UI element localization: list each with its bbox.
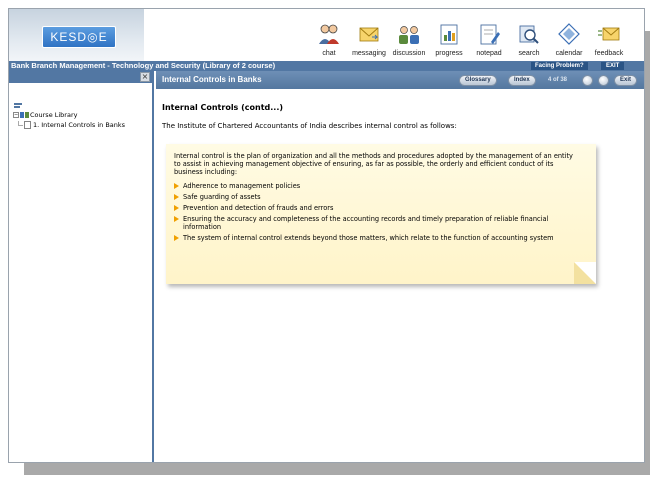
toolbar-calendar-button[interactable]: calendar: [549, 9, 589, 61]
notepad-icon: [477, 22, 501, 46]
content-heading: Internal Controls (contd...): [162, 103, 284, 112]
bullet-text: The system of internal control extends b…: [183, 234, 554, 242]
glossary-button[interactable]: Glossary: [459, 75, 497, 86]
bullet-arrow-icon: [174, 235, 179, 241]
note-body: Internal control is the plan of organiza…: [174, 152, 574, 245]
content-intro: The Institute of Chartered Accountants o…: [162, 122, 457, 130]
definition-note: Internal control is the plan of organiza…: [166, 144, 596, 284]
toolbar-search-button[interactable]: search: [509, 9, 549, 61]
course-bar: Bank Branch Management - Technology and …: [9, 61, 644, 71]
lesson-icon: [24, 121, 31, 129]
course-tree-pane: × − Course Library 1. Internal Controls …: [9, 71, 154, 462]
next-page-button[interactable]: [598, 75, 609, 86]
library-icon: [20, 112, 29, 118]
tree-item-course-library[interactable]: − Course Library: [13, 110, 125, 120]
lesson-content: Internal Controls (contd...) The Institu…: [156, 89, 644, 462]
facing-problem-button[interactable]: Facing Problem?: [531, 62, 588, 70]
page-indicator: 4 of 38: [548, 77, 568, 83]
bullet-text: Ensuring the accuracy and completeness o…: [183, 215, 549, 231]
lesson-title: Internal Controls in Banks: [162, 75, 262, 84]
list-item: Prevention and detection of frauds and e…: [174, 204, 574, 212]
bullet-arrow-icon: [174, 183, 179, 189]
note-text: Internal control is the plan of organiza…: [174, 152, 573, 176]
bullet-arrow-icon: [174, 216, 179, 222]
toolbar-messaging-label: messaging: [352, 50, 386, 57]
page-curl: [574, 262, 596, 284]
lms-window: KESD◎E chat messaging discussion progres…: [8, 8, 645, 463]
exit-button-top[interactable]: EXIT: [601, 62, 625, 70]
bullet-text: Adherence to management policies: [183, 182, 301, 190]
toolbar-feedback-label: feedback: [594, 50, 624, 57]
toolbar-feedback-button[interactable]: feedback: [589, 9, 629, 61]
discussion-icon: [397, 22, 421, 46]
list-item: Safe guarding of assets: [174, 193, 574, 201]
search-icon: [517, 22, 541, 46]
toolbar-discussion-label: discussion: [392, 50, 426, 57]
note-bullet-list: Adherence to management policies Safe gu…: [174, 182, 574, 242]
calendar-icon: [557, 22, 581, 46]
toolbar-notepad-button[interactable]: notepad: [469, 9, 509, 61]
bullet-arrow-icon: [174, 194, 179, 200]
expand-toggle[interactable]: −: [13, 112, 19, 118]
previous-page-button[interactable]: [582, 75, 593, 86]
toolbar-search-label: search: [518, 50, 540, 57]
tree-pane-header: ×: [9, 71, 152, 83]
tree-label: 1. Internal Controls in Banks: [33, 121, 126, 129]
header: KESD◎E chat messaging discussion progres…: [9, 9, 644, 61]
toolbar-calendar-label: calendar: [555, 50, 583, 57]
toolbar-progress-button[interactable]: progress: [429, 9, 469, 61]
toolbar-notepad-label: notepad: [476, 50, 502, 57]
logo-area: KESD◎E: [9, 9, 144, 61]
feedback-icon: [597, 22, 621, 46]
bullet-text: Safe guarding of assets: [183, 193, 261, 201]
chat-icon: [317, 22, 341, 46]
tree-label: Course Library: [30, 111, 78, 119]
toolbar: chat messaging discussion progress notep…: [309, 9, 629, 61]
exit-lesson-button[interactable]: Exit: [614, 75, 638, 86]
toolbar-chat-button[interactable]: chat: [309, 9, 349, 61]
bullet-text: Prevention and detection of frauds and e…: [183, 204, 334, 212]
toolbar-progress-label: progress: [435, 50, 463, 57]
index-button[interactable]: Index: [508, 75, 536, 86]
list-item: The system of internal control extends b…: [174, 234, 574, 242]
kesdee-logo: KESD◎E: [42, 26, 116, 48]
tree-item-lesson-1[interactable]: 1. Internal Controls in Banks: [13, 120, 125, 130]
list-item: Ensuring the accuracy and completeness o…: [174, 215, 574, 231]
bullet-arrow-icon: [174, 205, 179, 211]
course-title: Bank Branch Management - Technology and …: [11, 61, 276, 70]
toolbar-discussion-button[interactable]: discussion: [389, 9, 429, 61]
close-tree-button[interactable]: ×: [140, 72, 150, 82]
root-icon: [14, 103, 22, 108]
envelope-icon: [357, 22, 381, 46]
toolbar-chat-label: chat: [322, 50, 336, 57]
list-item: Adherence to management policies: [174, 182, 574, 190]
progress-icon: [437, 22, 461, 46]
course-tree: − Course Library 1. Internal Controls in…: [13, 101, 125, 130]
toolbar-messaging-button[interactable]: messaging: [349, 9, 389, 61]
lesson-header: Internal Controls in Banks Glossary Inde…: [156, 71, 644, 89]
tree-connector: [18, 120, 23, 126]
